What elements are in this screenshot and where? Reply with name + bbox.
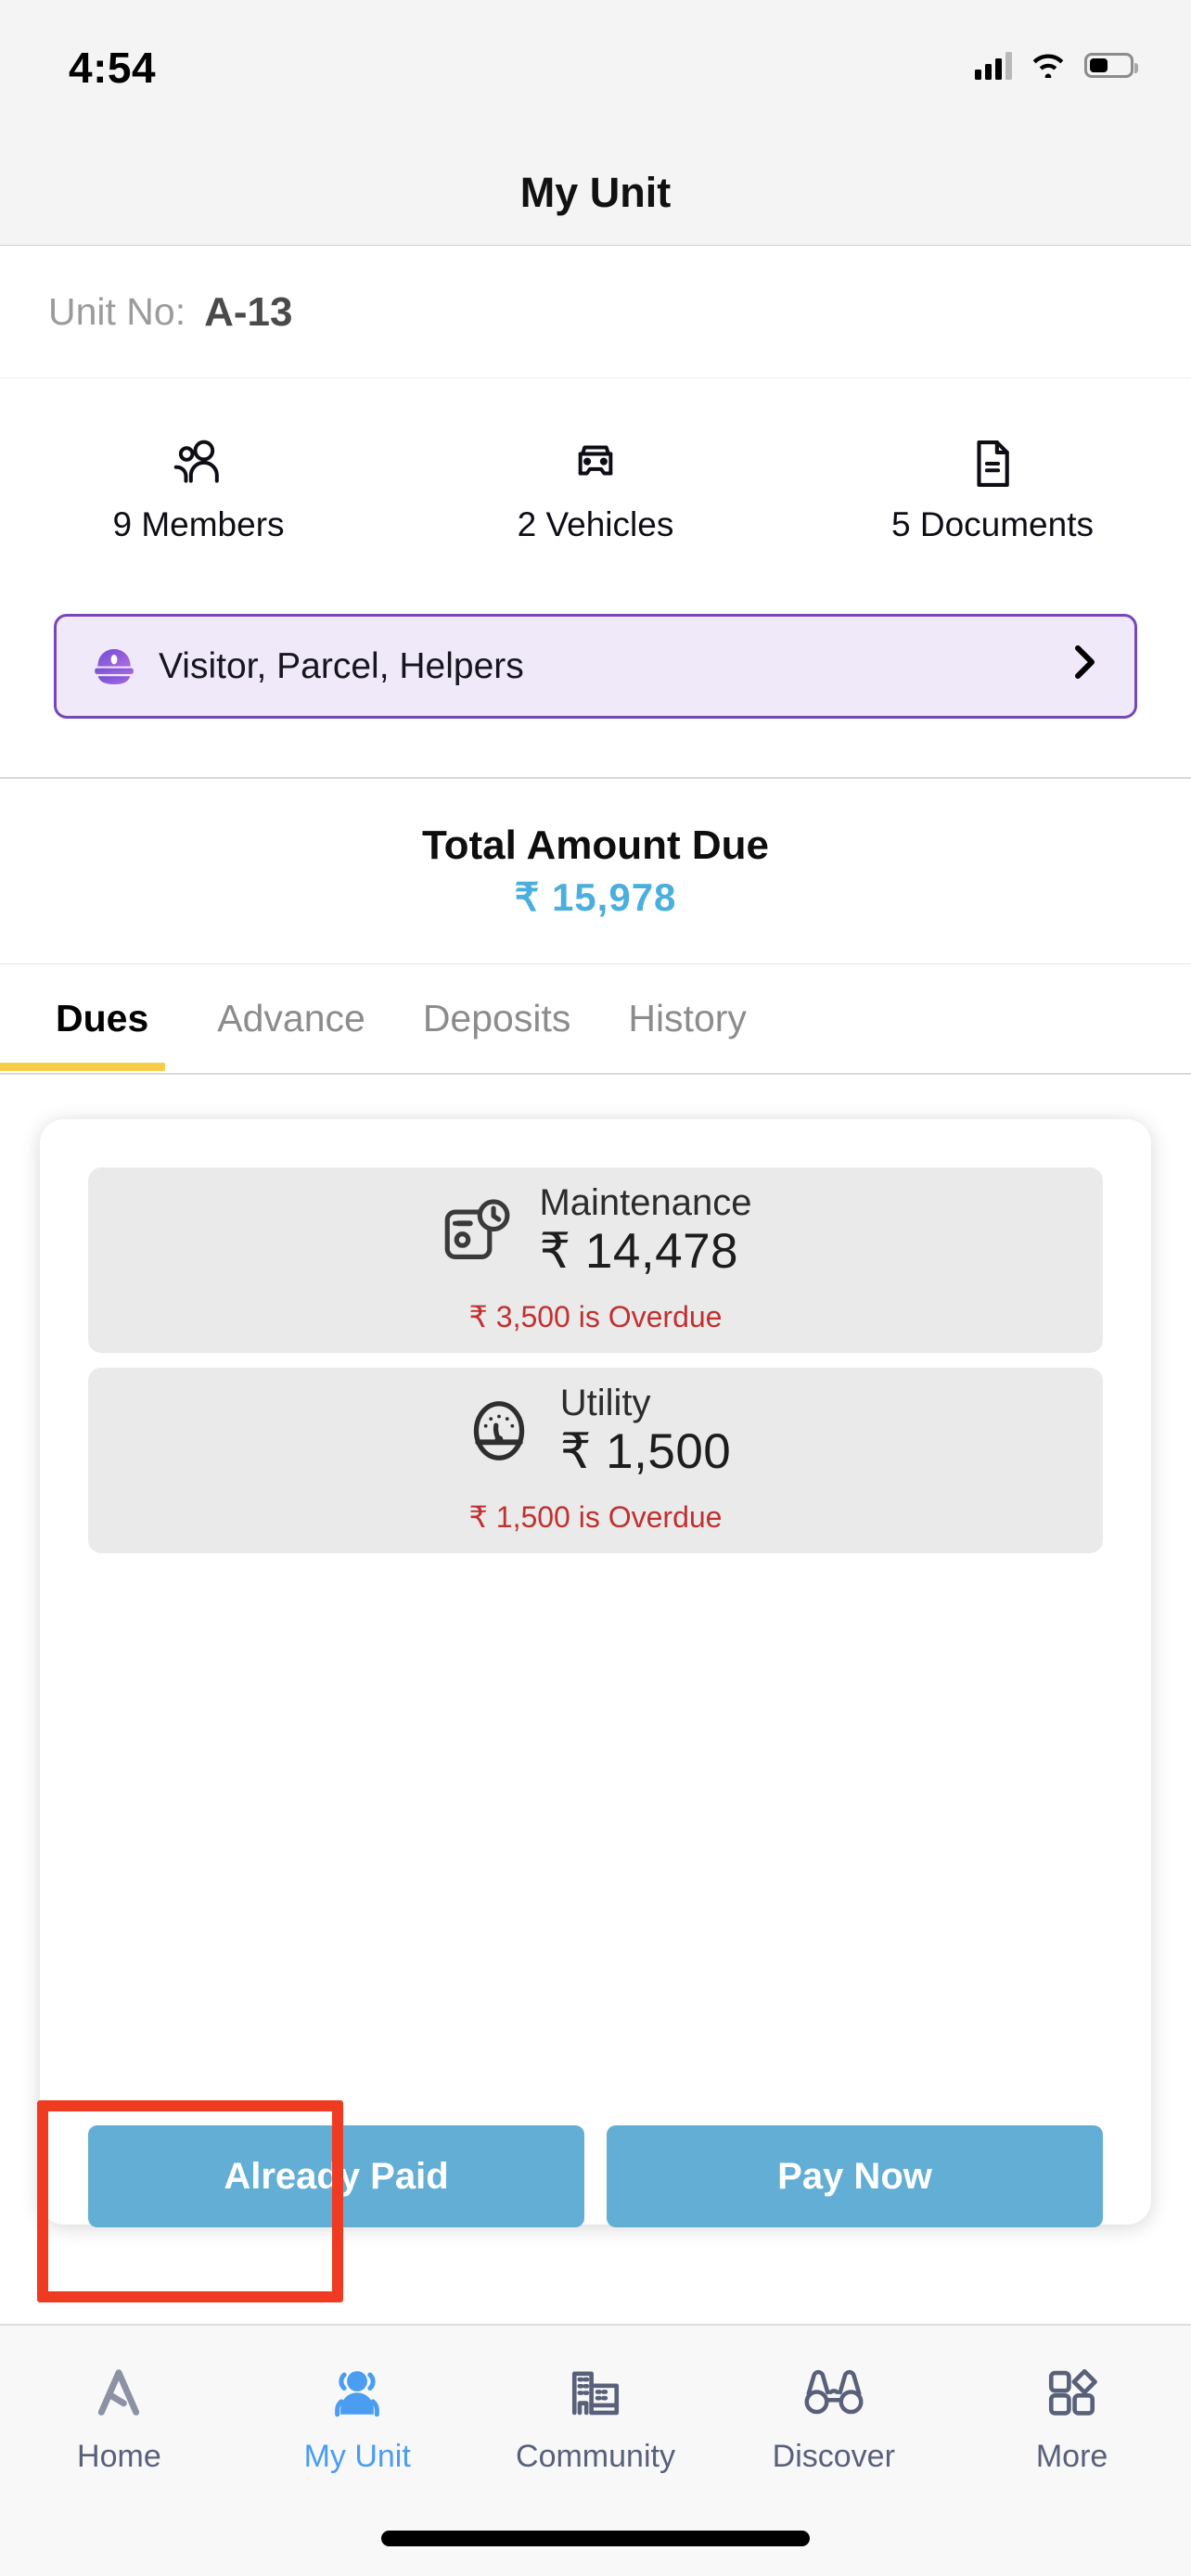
dues-action-buttons: Already Paid Pay Now: [88, 2125, 1103, 2227]
due-overdue-maintenance: ₹ 3,500 is Overdue: [468, 1300, 723, 1333]
stat-vehicles-label: 2 Vehicles: [517, 505, 674, 543]
due-title-utility: Utility: [559, 1382, 651, 1423]
due-amount-utility: ₹ 1,500: [559, 1423, 732, 1479]
stat-members-label: 9 Members: [112, 505, 285, 543]
unit-number-label: Unit No:: [48, 290, 186, 333]
members-icon: [170, 435, 227, 492]
battery-icon: [1084, 52, 1138, 78]
total-amount-due-label: Total Amount Due: [422, 823, 769, 868]
due-row-utility[interactable]: Utility ₹ 1,500 ₹ 1,500 is Overdue: [88, 1368, 1103, 1553]
nav-item-more-label: More: [1035, 2439, 1108, 2474]
tab-dues[interactable]: Dues: [0, 965, 166, 1071]
total-amount-due-value: ₹ 15,978: [514, 875, 677, 919]
app-screen: 4:54 My Unit Unit No: A-13 9 Members 2 V…: [0, 0, 1191, 2576]
nav-item-discover-label: Discover: [772, 2439, 895, 2474]
payment-tabs: Dues Advance Deposits History: [0, 965, 1191, 1075]
due-row-utility-texts: Utility ₹ 1,500: [560, 1382, 732, 1481]
nav-item-home-label: Home: [77, 2439, 161, 2474]
document-icon: [969, 435, 1016, 492]
unit-stats-row: 9 Members 2 Vehicles 5 Documents: [0, 378, 1191, 601]
visitor-parcel-helpers-banner[interactable]: Visitor, Parcel, Helpers: [54, 614, 1137, 719]
stat-documents[interactable]: 5 Documents: [794, 378, 1191, 601]
page-title: My Unit: [519, 169, 672, 216]
status-bar: 4:54: [0, 0, 1191, 141]
nav-item-discover[interactable]: Discover: [714, 2359, 953, 2475]
unit-number-value: A-13: [204, 288, 293, 335]
due-row-maintenance-content: Maintenance ₹ 14,478: [88, 1167, 1103, 1294]
status-bar-time: 4:54: [69, 44, 157, 92]
stat-documents-label: 5 Documents: [891, 505, 1094, 543]
due-row-maintenance-texts: Maintenance ₹ 14,478: [539, 1181, 751, 1281]
already-paid-button[interactable]: Already Paid: [88, 2125, 584, 2227]
maintenance-clock-icon: [439, 1192, 517, 1269]
cellular-signal-icon: [975, 50, 1012, 80]
home-indicator: [381, 2531, 810, 2546]
stat-vehicles[interactable]: 2 Vehicles: [397, 378, 794, 601]
stat-members[interactable]: 9 Members: [0, 378, 397, 601]
due-row-utility-content: Utility ₹ 1,500: [88, 1368, 1103, 1494]
nav-item-home[interactable]: Home: [0, 2359, 238, 2475]
chevron-right-icon[interactable]: [1071, 640, 1099, 693]
dues-card: Maintenance ₹ 14,478 ₹ 3,500 is Overdue: [40, 1119, 1151, 2227]
due-row-maintenance[interactable]: Maintenance ₹ 14,478 ₹ 3,500 is Overdue: [88, 1167, 1103, 1353]
tab-advance[interactable]: Advance: [217, 965, 365, 1071]
due-title-maintenance: Maintenance: [539, 1181, 752, 1223]
binoculars-icon: [801, 2359, 866, 2426]
grid-shapes-icon: [1044, 2359, 1101, 2426]
unit-number-row: Unit No: A-13: [0, 247, 1191, 378]
vehicle-icon: [570, 435, 621, 492]
people-group-icon: [327, 2359, 387, 2426]
due-amount-maintenance: ₹ 14,478: [539, 1223, 739, 1279]
nav-item-community[interactable]: Community: [477, 2359, 715, 2475]
nav-item-community-label: Community: [516, 2439, 675, 2474]
tab-deposits[interactable]: Deposits: [423, 965, 571, 1071]
nav-item-more[interactable]: More: [953, 2359, 1191, 2475]
due-overdue-utility: ₹ 1,500 is Overdue: [468, 1500, 723, 1534]
utility-meter-icon: [460, 1392, 538, 1470]
navigation-bar: My Unit: [0, 141, 1191, 246]
status-bar-indicators: [975, 43, 1138, 87]
total-amount-due-block: Total Amount Due ₹ 15,978: [0, 779, 1191, 964]
wifi-icon: [1029, 48, 1068, 83]
security-guard-cap-icon: [90, 643, 138, 691]
apartment-a-logo-icon: [89, 2359, 148, 2426]
visitor-banner-label: Visitor, Parcel, Helpers: [159, 645, 524, 686]
nav-item-my-unit-label: My Unit: [303, 2439, 411, 2474]
buildings-icon: [567, 2359, 624, 2426]
nav-item-my-unit[interactable]: My Unit: [238, 2359, 477, 2475]
tab-history[interactable]: History: [628, 965, 747, 1071]
pay-now-button[interactable]: Pay Now: [607, 2125, 1103, 2227]
